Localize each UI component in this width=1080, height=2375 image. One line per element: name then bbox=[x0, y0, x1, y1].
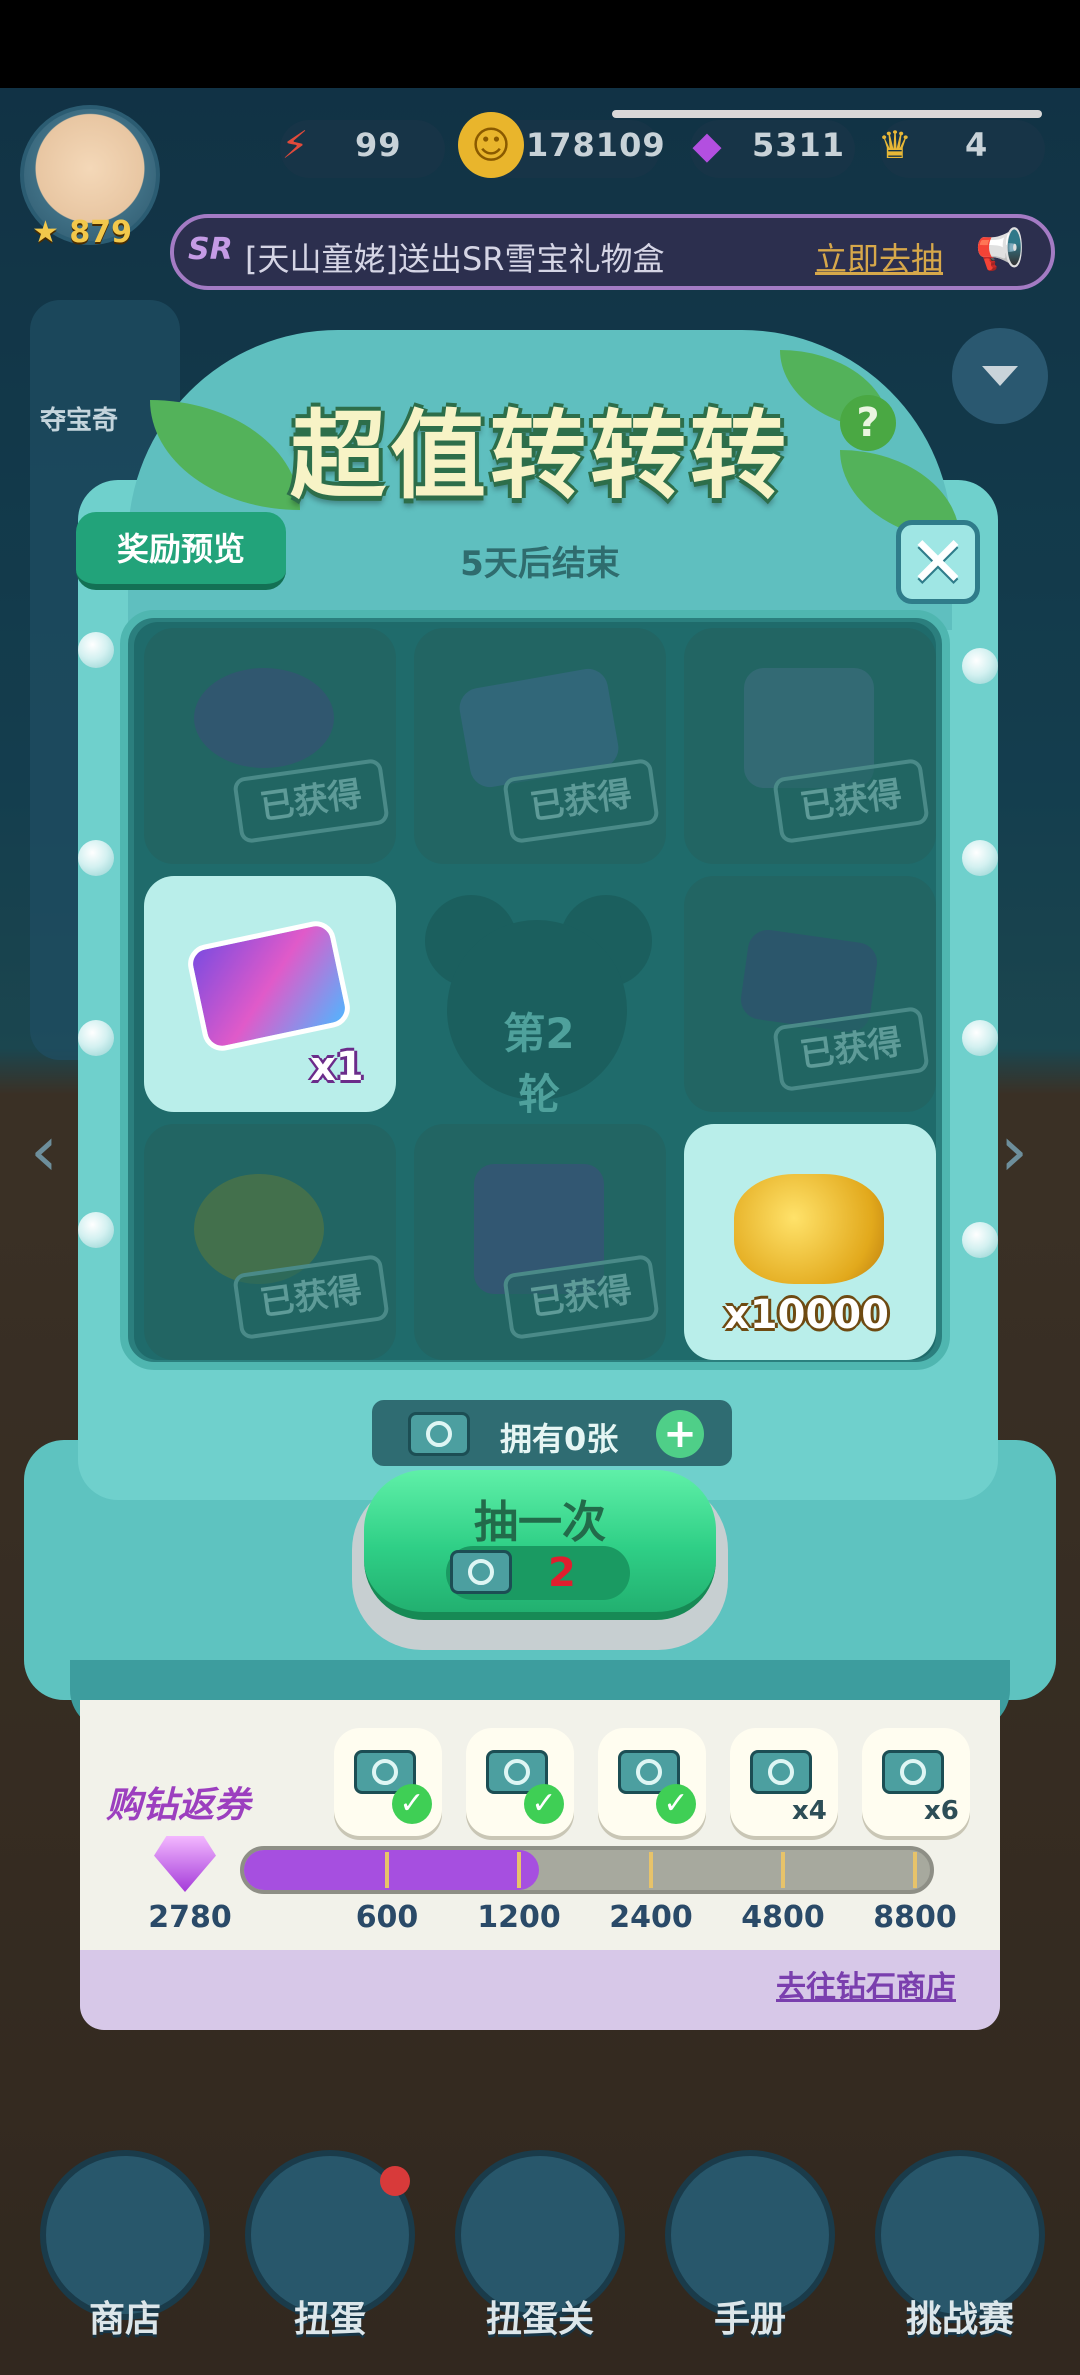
bolt-decoration bbox=[78, 1020, 114, 1056]
milestone-tick bbox=[385, 1852, 389, 1888]
prize-cell-gem-bundle[interactable]: 已获得 bbox=[144, 628, 396, 864]
round-label: 第2轮 bbox=[503, 1009, 575, 1119]
obtained-badge: 已获得 bbox=[232, 757, 390, 845]
spin-ticket-icon bbox=[882, 1750, 944, 1794]
prize-cell-gift-box[interactable]: 已获得 bbox=[684, 628, 936, 864]
checkmark-icon: ✓ bbox=[392, 1784, 432, 1824]
ticker-message: [天山童姥]送出SR雪宝礼物盒 bbox=[245, 240, 665, 278]
notification-dot bbox=[380, 2166, 410, 2196]
bolt-decoration bbox=[962, 1020, 998, 1056]
mickey-card-qty: x1 bbox=[310, 1044, 364, 1090]
dropdown-button[interactable] bbox=[952, 328, 1048, 424]
reward-preview-button[interactable]: 奖励预览 bbox=[76, 512, 286, 590]
go-to-diamond-shop-link[interactable]: 去往钻石商店 bbox=[776, 1962, 956, 2006]
milestone-reward-4800[interactable]: x4 bbox=[730, 1728, 838, 1836]
coin-icon: ☺ bbox=[458, 112, 524, 178]
milestone-reward-2400[interactable]: ✓ bbox=[598, 1728, 706, 1836]
nav-gacha-label: 扭蛋 bbox=[293, 2299, 366, 2340]
help-button[interactable]: ? bbox=[840, 395, 896, 451]
prize-cell-card-ticket[interactable]: 已获得 bbox=[414, 628, 666, 864]
add-tickets-button[interactable]: + bbox=[656, 1410, 704, 1458]
draw-once-label: 抽一次 bbox=[474, 1497, 606, 1548]
milestone-qty: x6 bbox=[924, 1796, 959, 1826]
checkmark-icon: ✓ bbox=[524, 1784, 564, 1824]
milestone-qty: x4 bbox=[792, 1796, 827, 1826]
diamonds-value: 5311 bbox=[752, 126, 846, 164]
diamond-rebate-title: 购钻返券 bbox=[106, 1785, 251, 1826]
close-icon: ✕ bbox=[908, 521, 968, 603]
next-arrow-icon[interactable]: › bbox=[1000, 1110, 1028, 1192]
gold-coins-qty: x10000 bbox=[724, 1292, 889, 1338]
diamond-icon: ◆ bbox=[692, 123, 722, 167]
crown-icon: ♛ bbox=[877, 123, 913, 167]
bolt-decoration bbox=[962, 840, 998, 876]
milestone-tick bbox=[517, 1852, 521, 1888]
player-level: ★ 879 bbox=[32, 215, 132, 250]
mickey-card-icon bbox=[184, 917, 354, 1055]
draw-cost-value: 2 bbox=[548, 1550, 576, 1596]
milestone-label: 600 bbox=[355, 1900, 419, 1935]
side-event-label: 夺宝奇 bbox=[40, 406, 119, 436]
bolt-decoration bbox=[962, 1222, 998, 1258]
checkmark-icon: ✓ bbox=[656, 1784, 696, 1824]
milestone-label: 2400 bbox=[609, 1900, 693, 1935]
nav-shop-label: 商店 bbox=[88, 2299, 161, 2340]
bolt-decoration bbox=[962, 648, 998, 684]
spin-ticket-icon bbox=[408, 1412, 470, 1456]
prize-cell-blue-gift[interactable]: 已获得 bbox=[414, 1124, 666, 1360]
milestone-label: 4800 bbox=[741, 1900, 825, 1935]
energy-value: 99 bbox=[355, 126, 402, 164]
tickets-owned-text: 拥有0张 bbox=[500, 1420, 619, 1458]
milestone-label: 8800 bbox=[873, 1900, 957, 1935]
prize-cell-coin-stack[interactable]: 已获得 bbox=[144, 1124, 396, 1360]
gold-coins-icon bbox=[734, 1174, 884, 1284]
crowns-value: 4 bbox=[965, 126, 989, 164]
draw-now-link[interactable]: 立即去抽 bbox=[815, 234, 943, 280]
gem-bundle-icon bbox=[194, 668, 334, 768]
bolt-decoration bbox=[78, 632, 114, 668]
player-level-value: 879 bbox=[69, 215, 132, 250]
top-indicator-bar bbox=[612, 110, 1042, 118]
event-title: 超值转转转 bbox=[290, 400, 790, 512]
milestone-tick bbox=[649, 1852, 653, 1888]
milestone-reward-8800[interactable]: x6 bbox=[862, 1728, 970, 1836]
sr-badge: SR bbox=[188, 232, 233, 267]
milestone-reward-600[interactable]: ✓ bbox=[334, 1728, 442, 1836]
bolt-decoration bbox=[78, 840, 114, 876]
milestone-label: 1200 bbox=[477, 1900, 561, 1935]
prev-arrow-icon[interactable]: ‹ bbox=[30, 1110, 58, 1192]
close-button[interactable]: ✕ bbox=[896, 520, 980, 604]
prize-cell-scan-ticket[interactable]: 已获得 bbox=[684, 876, 936, 1112]
milestone-tick bbox=[913, 1852, 917, 1888]
coins-value: 178109 bbox=[526, 126, 666, 164]
megaphone-icon[interactable]: 📢 bbox=[965, 226, 1035, 276]
event-countdown: 5天后结束 bbox=[460, 544, 620, 584]
chevron-down-icon bbox=[982, 366, 1018, 386]
prize-cell-mickey-card[interactable]: x1 bbox=[144, 876, 396, 1112]
lightning-icon: ⚡ bbox=[281, 123, 309, 167]
bolt-decoration bbox=[78, 1212, 114, 1248]
spin-ticket-icon bbox=[750, 1750, 812, 1794]
milestone-reward-1200[interactable]: ✓ bbox=[466, 1728, 574, 1836]
prize-cell-gold-coins[interactable]: x10000 bbox=[684, 1124, 936, 1360]
rebate-progress-fill bbox=[244, 1850, 539, 1890]
milestone-tick bbox=[781, 1852, 785, 1888]
nav-gacha-level-label: 扭蛋关 bbox=[485, 2299, 594, 2340]
current-diamonds-purchased: 2780 bbox=[148, 1900, 232, 1935]
nav-handbook-label: 手册 bbox=[713, 2299, 786, 2340]
status-bar bbox=[0, 0, 1080, 88]
spin-ticket-icon bbox=[450, 1550, 512, 1594]
nav-challenge-label: 挑战赛 bbox=[905, 2299, 1014, 2340]
